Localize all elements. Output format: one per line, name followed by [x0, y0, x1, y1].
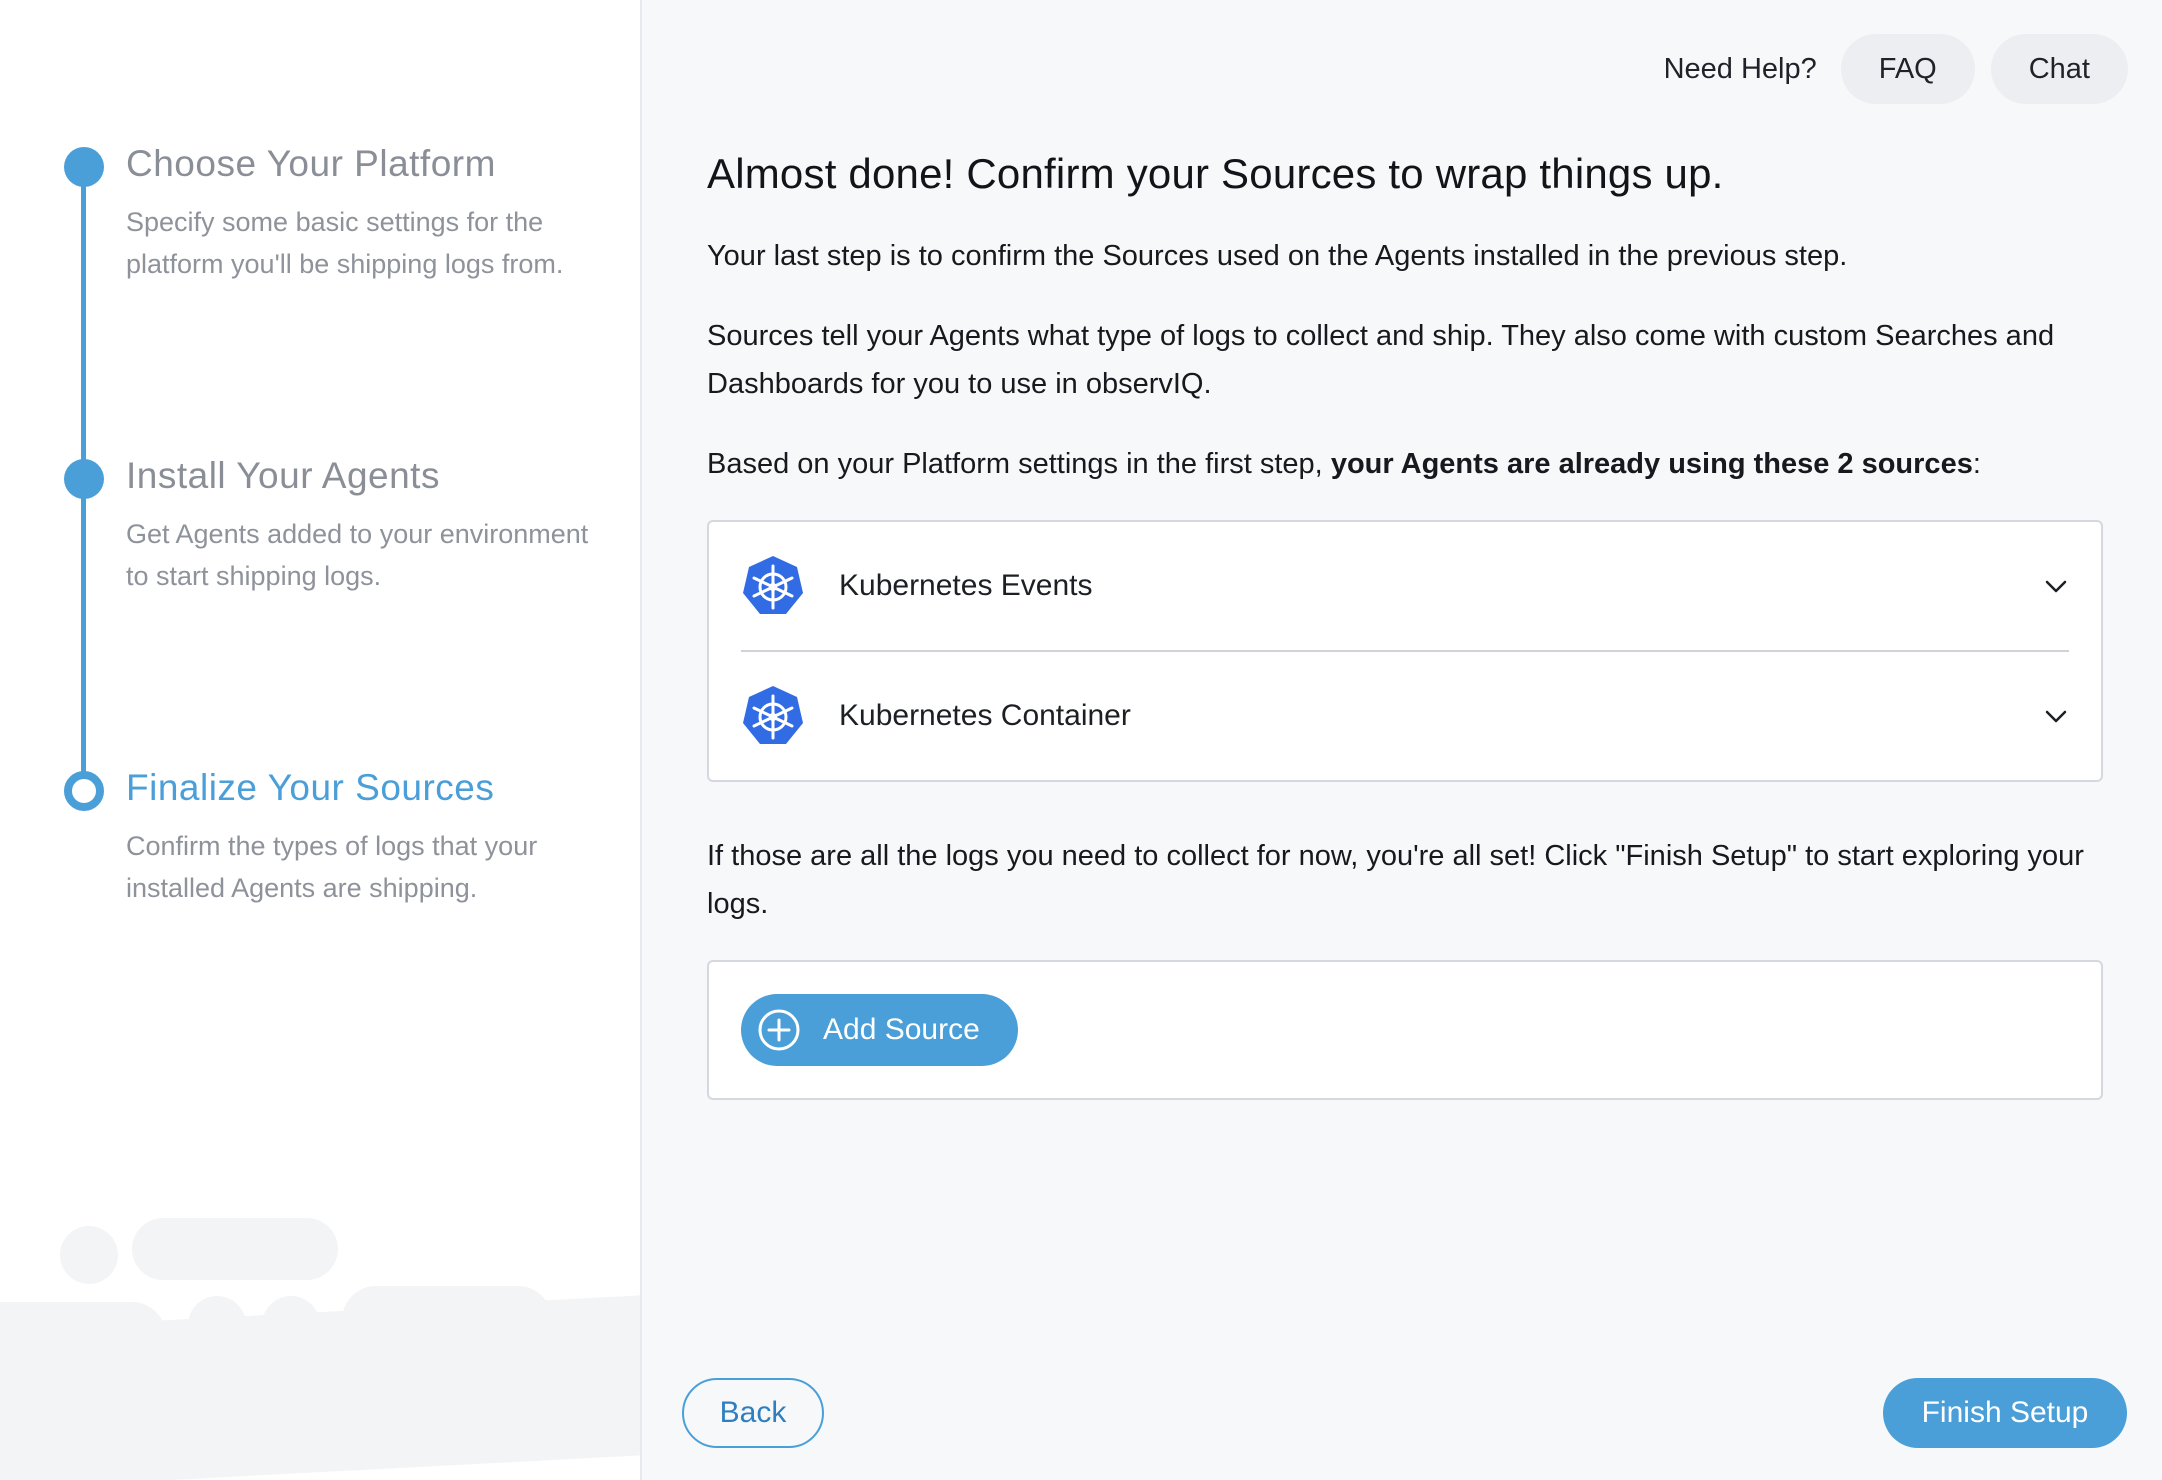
source-name: Kubernetes Container: [839, 699, 1131, 732]
step-description: Confirm the types of logs that your inst…: [126, 831, 538, 903]
finish-setup-button[interactable]: Finish Setup: [1883, 1378, 2127, 1448]
plus-circle-icon: [758, 1009, 800, 1051]
kubernetes-icon: [743, 686, 803, 744]
source-item-kubernetes-events[interactable]: Kubernetes Events: [741, 522, 2069, 650]
intro-text: Your last step is to confirm the Sources…: [707, 240, 1848, 272]
help-area: Need Help? FAQ Chat: [1664, 34, 2128, 104]
need-help-label: Need Help?: [1663, 52, 1817, 85]
sources-list: Kubernetes Events Kubernetes Container: [707, 520, 2103, 782]
sources-summary-text: Based on your Platform settings in the f…: [707, 448, 1981, 480]
setup-steps-sidebar: Choose Your Platform Specify some basic …: [0, 0, 642, 1480]
step-description: Specify some basic settings for the plat…: [126, 207, 564, 279]
step-complete-dot-icon: [64, 147, 104, 187]
step-current-ring-icon: [64, 771, 104, 811]
chat-button[interactable]: Chat: [1990, 34, 2128, 104]
step-description: Get Agents added to your environment to …: [126, 519, 589, 591]
chevron-down-icon[interactable]: [2043, 703, 2069, 729]
main-content: Almost done! Confirm your Sources to wra…: [707, 150, 2103, 1100]
back-button[interactable]: Back: [682, 1378, 824, 1448]
step-title: Finalize Your Sources: [126, 767, 495, 808]
faq-button[interactable]: FAQ: [1840, 34, 1975, 104]
step-complete-dot-icon: [64, 459, 104, 499]
finish-note-text: If those are all the logs you need to co…: [707, 840, 2084, 920]
page-title: Almost done! Confirm your Sources to wra…: [707, 150, 1724, 197]
add-source-panel: Add Source: [707, 960, 2103, 1100]
chevron-down-icon[interactable]: [2043, 573, 2069, 599]
explanation-text: Sources tell your Agents what type of lo…: [707, 320, 2055, 400]
sources-summary-bold: your Agents are already using these 2 so…: [1330, 448, 1973, 480]
source-name: Kubernetes Events: [839, 569, 1093, 602]
add-source-label: Add Source: [823, 1013, 980, 1046]
step-title: Install Your Agents: [126, 455, 440, 496]
source-item-kubernetes-container[interactable]: Kubernetes Container: [741, 650, 2069, 780]
onboarding-page: Choose Your Platform Specify some basic …: [0, 0, 2162, 1480]
add-source-button[interactable]: Add Source: [741, 994, 1018, 1066]
kubernetes-icon: [743, 556, 803, 614]
step-title: Choose Your Platform: [126, 143, 496, 184]
